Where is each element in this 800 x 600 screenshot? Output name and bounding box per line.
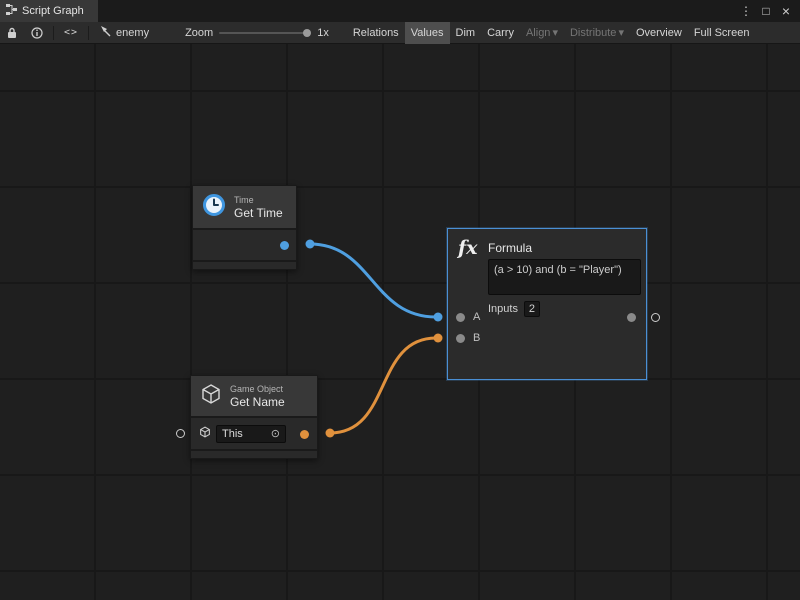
- maximize-icon[interactable]: □: [758, 3, 774, 19]
- graph-canvas[interactable]: Time Get Time fx Formula (a > 10) and (b…: [0, 44, 800, 600]
- distribute-dropdown[interactable]: Distribute▾: [564, 22, 630, 44]
- node-formula[interactable]: fx Formula (a > 10) and (b = "Player") I…: [447, 228, 647, 380]
- graph-breadcrumb[interactable]: enemy: [92, 25, 157, 40]
- lock-icon[interactable]: [0, 22, 24, 44]
- get-name-output-port[interactable]: [300, 430, 309, 439]
- formula-expression-input[interactable]: (a > 10) and (b = "Player"): [488, 259, 641, 295]
- wire-orange-start-dot[interactable]: [326, 429, 335, 438]
- get-name-input-port-outer[interactable]: [176, 429, 185, 438]
- get-name-header[interactable]: Game Object Get Name: [191, 376, 317, 416]
- tab-script-graph[interactable]: Script Graph: [0, 0, 98, 22]
- cube-icon: [200, 383, 222, 410]
- script-graph-icon: [6, 4, 17, 18]
- node-get-name[interactable]: Game Object Get Name This ⊙: [190, 375, 318, 459]
- toolbar-separator: [88, 26, 89, 40]
- zoom-label: Zoom: [185, 27, 213, 39]
- window-menu-icon[interactable]: ⋮: [738, 3, 754, 19]
- formula-port-row-b: B: [448, 332, 646, 346]
- toolbar-separator: [53, 26, 54, 40]
- clock-icon: [202, 193, 226, 222]
- target-value: This: [222, 428, 243, 440]
- target-object-dropdown[interactable]: This ⊙: [216, 425, 286, 443]
- get-name-footer: [191, 449, 317, 458]
- zoom-slider[interactable]: [219, 32, 311, 34]
- carry-button[interactable]: Carry: [481, 22, 520, 44]
- formula-input-port-b[interactable]: [456, 334, 465, 343]
- wire-time-to-formula: [310, 244, 436, 317]
- align-dropdown[interactable]: Align▾: [520, 22, 564, 44]
- get-time-header[interactable]: Time Get Time: [193, 186, 296, 228]
- relations-button[interactable]: Relations: [347, 22, 405, 44]
- wire-orange-end-dot[interactable]: [434, 334, 443, 343]
- graph-icon: [100, 25, 112, 40]
- titlebar: Script Graph ⋮ □ ×: [0, 0, 800, 22]
- chevron-down-icon: ▾: [618, 26, 624, 39]
- zoom-value: 1x: [317, 27, 329, 39]
- toolbar-buttons: Relations Values Dim Carry Align▾ Distri…: [347, 22, 756, 44]
- wire-getname-to-formula: [330, 338, 436, 433]
- get-name-body: This ⊙: [191, 416, 317, 449]
- node-title: Formula: [488, 241, 532, 255]
- wire-blue-start-dot[interactable]: [306, 240, 315, 249]
- formula-output-port-outer[interactable]: [651, 313, 660, 322]
- connection-wires: [0, 44, 800, 600]
- values-button[interactable]: Values: [405, 22, 450, 44]
- overview-button[interactable]: Overview: [630, 22, 688, 44]
- chevron-down-icon: ▾: [552, 26, 558, 39]
- node-title: Get Time: [234, 206, 283, 220]
- zoom-control: Zoom 1x: [185, 27, 329, 39]
- window-title: Script Graph: [22, 5, 84, 17]
- wire-blue-end-dot[interactable]: [434, 313, 443, 322]
- graph-name: enemy: [116, 27, 149, 39]
- info-icon[interactable]: [24, 22, 50, 44]
- toolbar: <> enemy Zoom 1x Relations Values Dim Ca…: [0, 22, 800, 44]
- get-time-output-port[interactable]: [280, 241, 289, 250]
- fx-icon: fx: [458, 237, 478, 259]
- target-picker-icon[interactable]: ⊙: [271, 427, 280, 440]
- node-category: Time: [234, 195, 283, 206]
- node-get-time[interactable]: Time Get Time: [192, 185, 297, 270]
- port-label-a: A: [473, 311, 480, 323]
- code-view-icon[interactable]: <>: [57, 22, 85, 44]
- get-time-body: [193, 228, 296, 260]
- titlebar-spacer: [98, 0, 738, 22]
- formula-port-row-a: A: [448, 311, 646, 325]
- fullscreen-button[interactable]: Full Screen: [688, 22, 756, 44]
- zoom-slider-thumb[interactable]: [303, 29, 311, 37]
- dim-button[interactable]: Dim: [450, 22, 482, 44]
- node-title: Get Name: [230, 395, 285, 409]
- close-icon[interactable]: ×: [778, 3, 794, 19]
- port-label-b: B: [473, 332, 480, 344]
- formula-output-port[interactable]: [627, 313, 636, 322]
- node-category: Game Object: [230, 384, 285, 395]
- formula-input-port-a[interactable]: [456, 313, 465, 322]
- cube-icon-small: [199, 425, 211, 443]
- script-graph-window: Script Graph ⋮ □ × <> enemy Zoom: [0, 0, 800, 600]
- get-time-footer: [193, 260, 296, 269]
